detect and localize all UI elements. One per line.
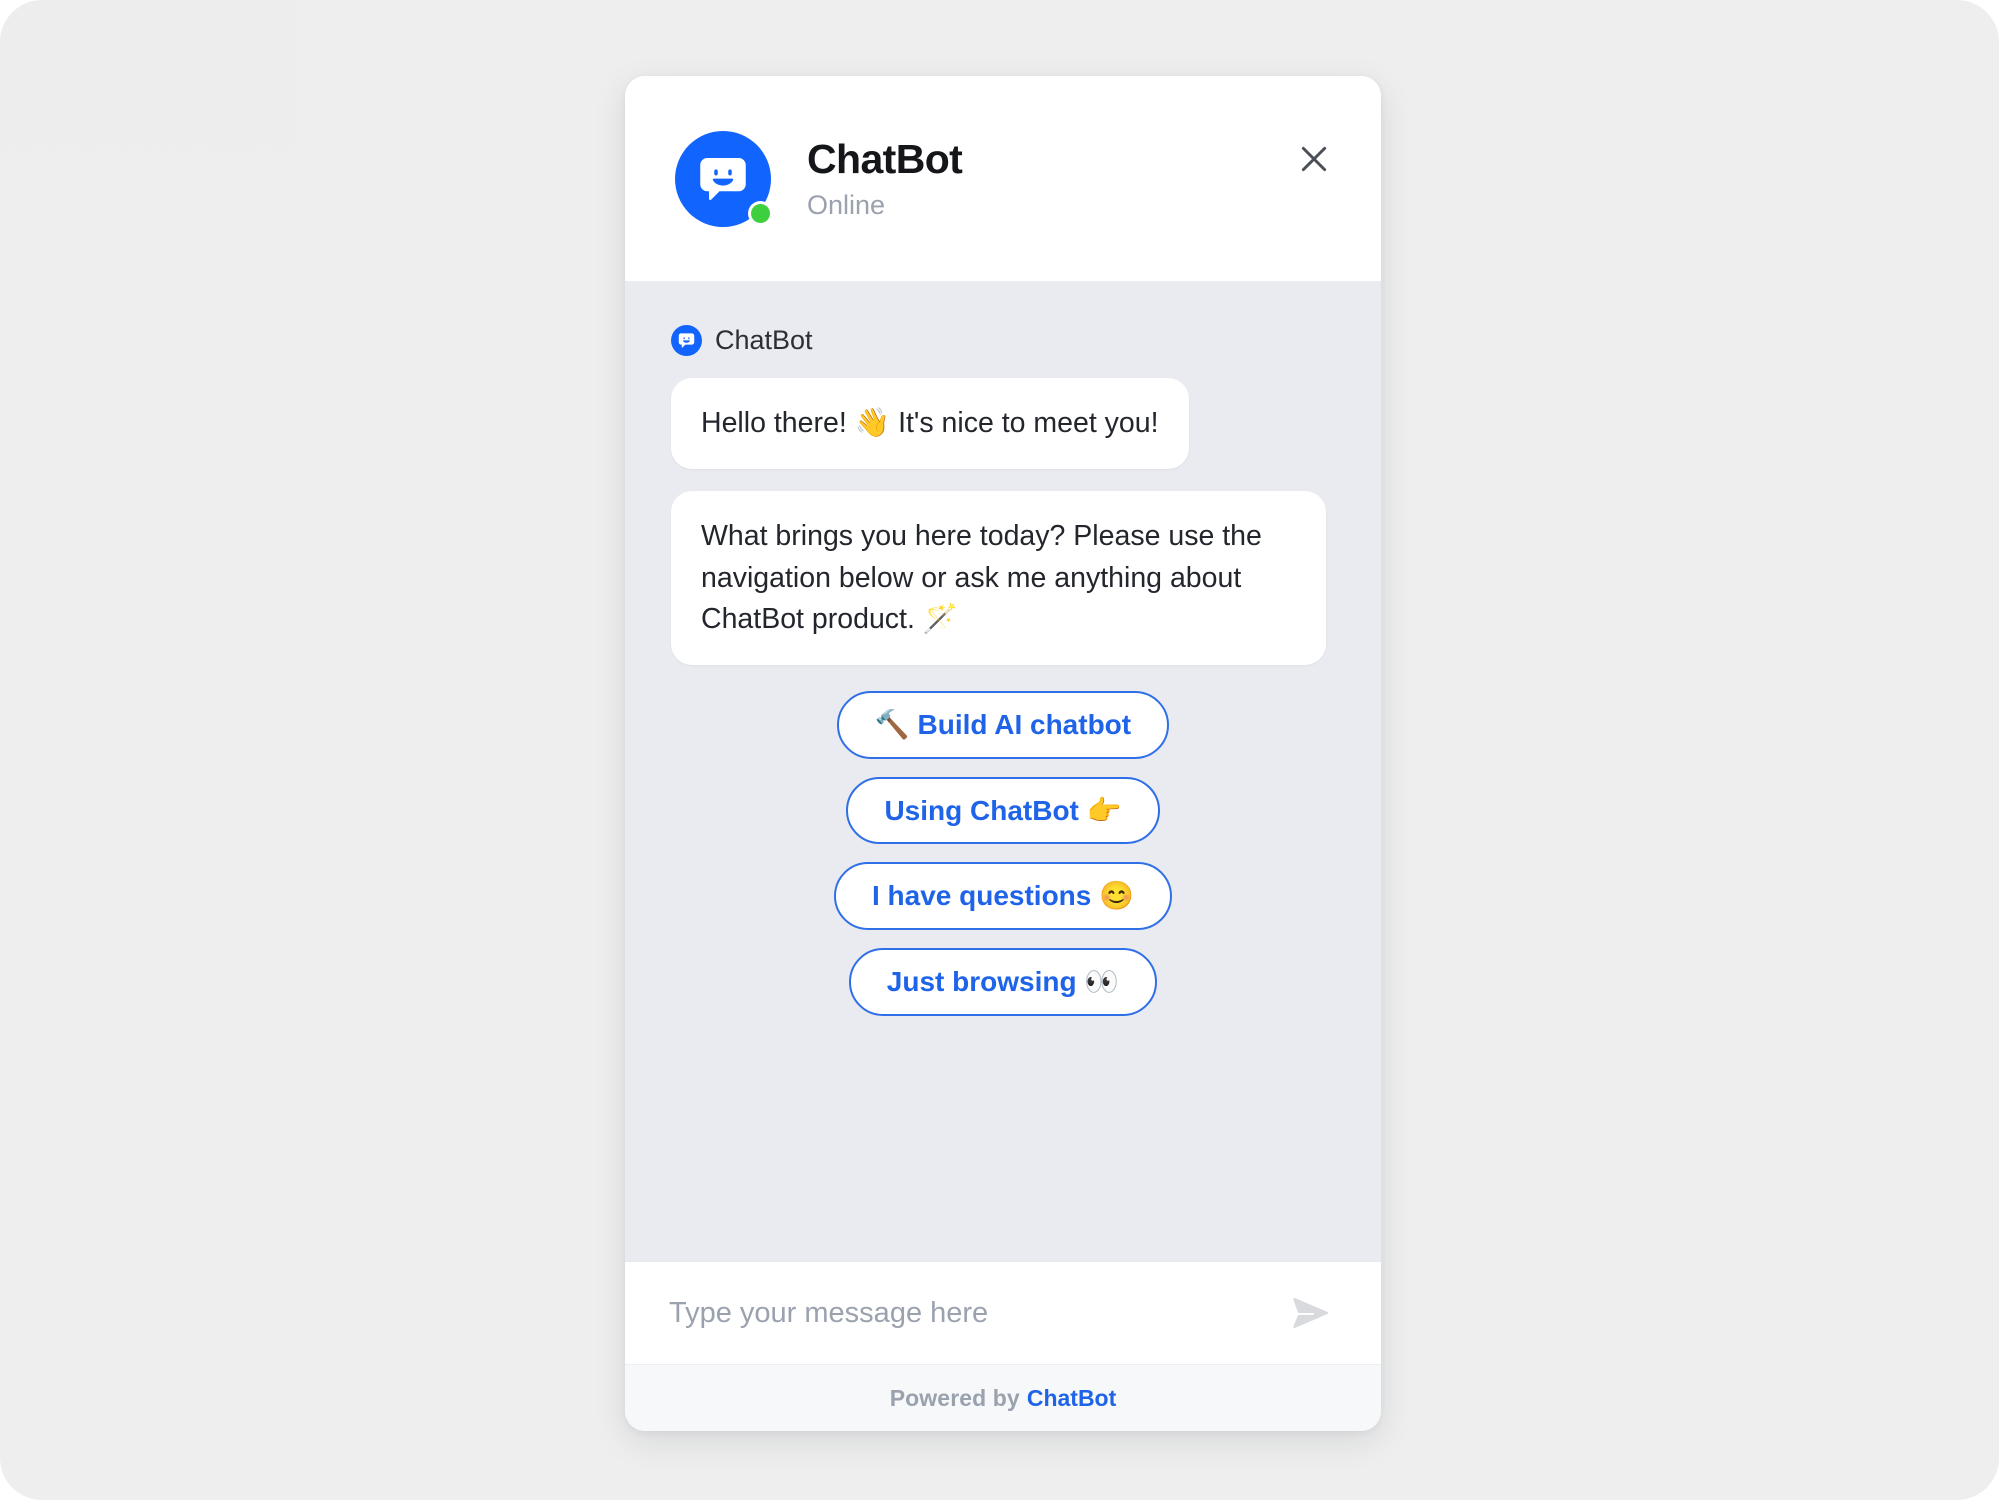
chatbot-logo-icon <box>671 325 702 356</box>
quick-reply-using-chatbot[interactable]: Using ChatBot 👉 <box>846 776 1160 845</box>
quick-reply-build-ai-chatbot[interactable]: 🔨 Build AI chatbot <box>836 691 1170 759</box>
message-sender-name: ChatBot <box>715 325 813 355</box>
message-bubble: What brings you here today? Please use t… <box>671 491 1326 666</box>
quick-reply-group: 🔨 Build AI chatbot Using ChatBot 👉 I hav… <box>671 691 1335 1016</box>
chatbot-widget: ChatBot Online ChatBot Hello there! 👋 It… <box>625 76 1381 1431</box>
send-button[interactable] <box>1283 1285 1339 1341</box>
background-noise <box>0 0 300 150</box>
avatar <box>675 130 771 227</box>
close-button[interactable] <box>1287 132 1341 186</box>
widget-header: ChatBot Online <box>625 76 1381 281</box>
status-badge: Online <box>807 189 886 220</box>
online-status-dot <box>751 203 770 223</box>
message-bubble: Hello there! 👋 It's nice to meet you! <box>671 378 1189 470</box>
widget-footer: Powered by ChatBot <box>625 1364 1381 1431</box>
page-canvas: ChatBot Online ChatBot Hello there! 👋 It… <box>0 0 1999 1500</box>
page-title: ChatBot <box>807 135 963 182</box>
message-composer <box>625 1261 1381 1364</box>
brand-link[interactable]: ChatBot <box>1027 1385 1116 1412</box>
message-sender-row: ChatBot <box>671 325 1335 356</box>
quick-reply-just-browsing[interactable]: Just browsing 👀 <box>848 948 1158 1016</box>
header-text-group: ChatBot Online <box>807 135 963 221</box>
quick-reply-i-have-questions[interactable]: I have questions 😊 <box>833 862 1173 931</box>
chat-message-area: ChatBot Hello there! 👋 It's nice to meet… <box>625 281 1381 1261</box>
message-input[interactable] <box>667 1295 1283 1331</box>
powered-by-label: Powered by <box>889 1384 1020 1411</box>
